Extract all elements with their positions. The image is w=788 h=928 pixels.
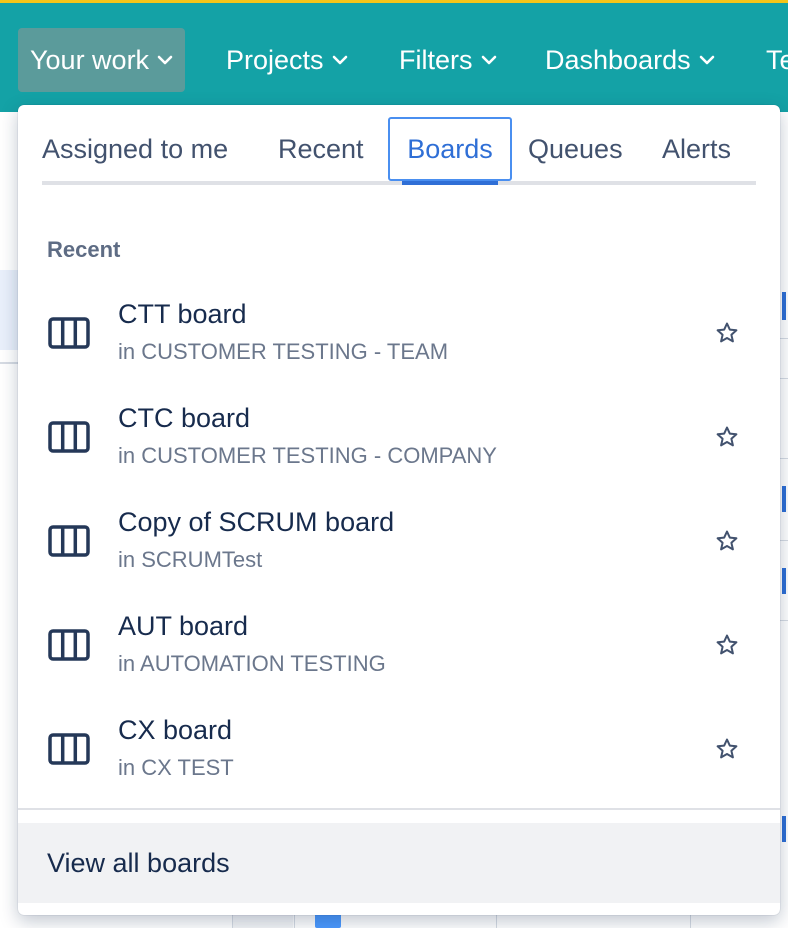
nav-projects-label: Projects [226, 44, 324, 75]
board-icon [48, 525, 90, 557]
board-title: Copy of SCRUM board [118, 507, 395, 537]
board-title: CTC board [118, 403, 251, 433]
tab-recent[interactable]: Recent [278, 117, 364, 181]
background-selected-row [0, 270, 18, 350]
board-icon [48, 317, 90, 349]
dropdown-tabs: Assigned to me Recent Boards Queues Aler… [42, 117, 756, 185]
nav-your-work-label: Your work [30, 44, 150, 75]
background-link-fragment [782, 568, 786, 594]
star-icon[interactable] [715, 425, 739, 449]
board-project: in CUSTOMER TESTING - TEAM [118, 339, 449, 364]
star-icon[interactable] [715, 529, 739, 553]
star-icon[interactable] [715, 737, 739, 761]
board-title: AUT board [118, 611, 249, 641]
star-icon[interactable] [715, 633, 739, 657]
background-divider [0, 362, 18, 364]
board-title: CX board [118, 715, 233, 745]
board-project: in CUSTOMER TESTING - COMPANY [118, 443, 497, 468]
board-icon [48, 421, 90, 453]
footer-divider [18, 808, 780, 810]
nav-dashboards[interactable]: Dashboards [545, 28, 715, 92]
view-all-boards-label: View all boards [47, 847, 230, 878]
nav-your-work[interactable]: Your work [18, 28, 186, 92]
list-item-board[interactable]: CX board in CX TEST [18, 703, 780, 807]
list-item-board[interactable]: CTC board in CUSTOMER TESTING - COMPANY [18, 391, 780, 495]
board-icon [48, 629, 90, 661]
your-work-dropdown: Assigned to me Recent Boards Queues Aler… [18, 105, 780, 915]
chevron-down-icon [332, 55, 348, 65]
nav-dashboards-label: Dashboards [545, 44, 691, 75]
tab-queues[interactable]: Queues [528, 117, 623, 181]
nav-filters[interactable]: Filters [399, 28, 497, 92]
tab-alerts[interactable]: Alerts [662, 117, 731, 181]
nav-teams-truncated[interactable]: Te [766, 28, 788, 92]
nav-teams-label: Te [766, 44, 788, 75]
chevron-down-icon [699, 55, 715, 65]
star-icon[interactable] [715, 321, 739, 345]
view-all-boards-button[interactable]: View all boards [18, 823, 780, 903]
background-link-fragment [782, 292, 786, 320]
nav-filters-label: Filters [399, 44, 473, 75]
list-item-board[interactable]: Copy of SCRUM board in SCRUMTest [18, 495, 780, 599]
top-navigation-bar: Your work Projects Filters Dashboards Te [0, 0, 788, 112]
board-title: CTT board [118, 299, 247, 329]
tab-boards[interactable]: Boards [388, 117, 512, 185]
list-item-board[interactable]: CTT board in CUSTOMER TESTING - TEAM [18, 287, 780, 391]
board-project: in AUTOMATION TESTING [118, 651, 386, 676]
background-link-fragment [782, 816, 786, 842]
board-icon [48, 733, 90, 765]
section-heading-recent: Recent [47, 237, 121, 262]
tab-assigned-to-me[interactable]: Assigned to me [42, 117, 228, 181]
chevron-down-icon [481, 55, 497, 65]
background-link-fragment [782, 486, 786, 512]
nav-projects[interactable]: Projects [226, 28, 348, 92]
board-project: in SCRUMTest [118, 547, 263, 572]
list-item-board[interactable]: AUT board in AUTOMATION TESTING [18, 599, 780, 703]
board-project: in CX TEST [118, 755, 234, 780]
chevron-down-icon [157, 55, 173, 65]
background-page-edge [780, 112, 788, 928]
